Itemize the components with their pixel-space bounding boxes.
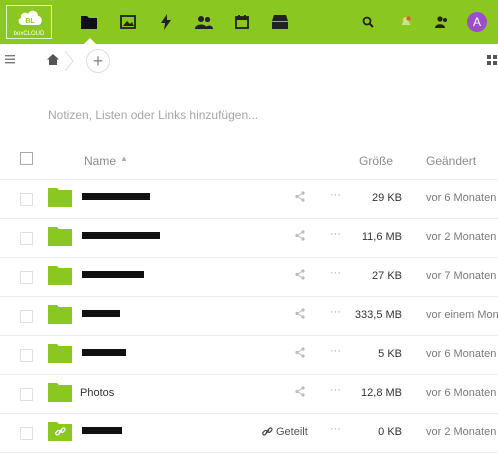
redacted-file-name [82, 232, 160, 239]
redacted-file-name [82, 310, 120, 317]
archive-icon[interactable] [271, 13, 289, 31]
file-size: 29 KB [372, 192, 402, 204]
table-row[interactable]: ··· 5 KB vor 6 Monaten [0, 336, 498, 375]
file-size: 0 KB [378, 426, 402, 438]
contacts-menu-icon[interactable] [433, 13, 451, 31]
folder-icon[interactable] [48, 265, 72, 285]
breadcrumb-bar: + [0, 44, 498, 78]
folder-icon[interactable] [48, 187, 72, 207]
file-size: 12,8 MB [361, 387, 402, 399]
row-checkbox[interactable] [20, 310, 33, 323]
file-size: 11,6 MB [361, 231, 402, 243]
file-table-header: Name ▲ Größe Geändert [0, 140, 498, 180]
link-share-icon[interactable] [262, 426, 273, 437]
table-row[interactable]: Photos ··· 12,8 MB vor 6 Monaten [0, 375, 498, 414]
grid-view-icon[interactable] [487, 55, 498, 66]
file-modified: vor 2 Monaten [426, 231, 497, 243]
notifications-icon[interactable] [397, 13, 415, 31]
user-avatar[interactable]: A [467, 12, 487, 32]
shared-label[interactable]: Geteilt [276, 426, 308, 438]
share-icon[interactable] [295, 347, 305, 358]
table-row[interactable]: ··· 11,6 MB vor 2 Monaten [0, 219, 498, 258]
file-modified: vor 2 Monaten [426, 426, 497, 438]
folder-icon[interactable] [48, 226, 72, 246]
folder-icon[interactable] [48, 343, 72, 363]
share-icon[interactable] [295, 191, 305, 202]
contacts-icon[interactable] [195, 13, 213, 31]
breadcrumb-separator-icon [64, 51, 74, 71]
photos-icon[interactable] [119, 13, 137, 31]
redacted-file-name [82, 193, 150, 200]
share-icon[interactable] [295, 308, 305, 319]
redacted-file-name [82, 427, 122, 434]
files-icon[interactable] [80, 13, 98, 44]
link-icon [55, 427, 66, 436]
table-row[interactable]: ··· 333,5 MB vor einem Mona [0, 297, 498, 336]
row-checkbox[interactable] [20, 427, 33, 440]
share-icon[interactable] [295, 386, 305, 397]
add-button[interactable]: + [86, 49, 110, 73]
column-size[interactable]: Größe [359, 154, 393, 168]
boxcloud-logo[interactable]: BL boxCLOUD [6, 5, 52, 39]
table-row[interactable]: ··· 29 KB vor 6 Monaten [0, 180, 498, 219]
row-checkbox[interactable] [20, 388, 33, 401]
table-row[interactable]: ··· 27 KB vor 7 Monaten [0, 258, 498, 297]
calendar-icon[interactable] [233, 13, 251, 31]
column-modified[interactable]: Geändert [426, 154, 476, 168]
row-checkbox[interactable] [20, 271, 33, 284]
svg-text:BL: BL [25, 18, 35, 25]
file-size: 333,5 MB [354, 309, 402, 321]
row-checkbox[interactable] [20, 193, 33, 206]
file-size: 27 KB [372, 270, 402, 282]
top-bar: BL boxCLOUD A [0, 0, 498, 44]
notes-input[interactable]: Notizen, Listen oder Links hinzufügen... [48, 108, 258, 122]
search-icon[interactable] [359, 13, 377, 31]
file-modified: vor 6 Monaten [426, 348, 497, 360]
folder-icon[interactable] [48, 304, 72, 324]
file-modified: vor 6 Monaten [426, 192, 497, 204]
sort-ascending-icon[interactable]: ▲ [120, 154, 128, 163]
row-checkbox[interactable] [20, 349, 33, 362]
cloud-logo-icon: BL [18, 10, 42, 25]
file-modified: vor einem Mona [426, 309, 498, 321]
redacted-file-name [82, 349, 126, 356]
column-name[interactable]: Name [84, 154, 116, 168]
file-modified: vor 6 Monaten [426, 387, 497, 399]
folder-icon[interactable] [48, 382, 72, 402]
file-name[interactable]: Photos [80, 387, 114, 399]
home-icon[interactable] [47, 54, 59, 65]
redacted-file-name [82, 271, 144, 278]
select-all-checkbox[interactable] [20, 152, 33, 165]
logo-text: boxCLOUD [13, 31, 45, 37]
activity-icon[interactable] [157, 13, 175, 31]
share-icon[interactable] [295, 269, 305, 280]
file-size: 5 KB [378, 348, 402, 360]
share-icon[interactable] [295, 230, 305, 241]
table-row[interactable]: Geteilt ··· 0 KB vor 2 Monaten [0, 414, 498, 453]
menu-icon[interactable] [4, 54, 16, 64]
row-checkbox[interactable] [20, 232, 33, 245]
file-modified: vor 7 Monaten [426, 270, 497, 282]
